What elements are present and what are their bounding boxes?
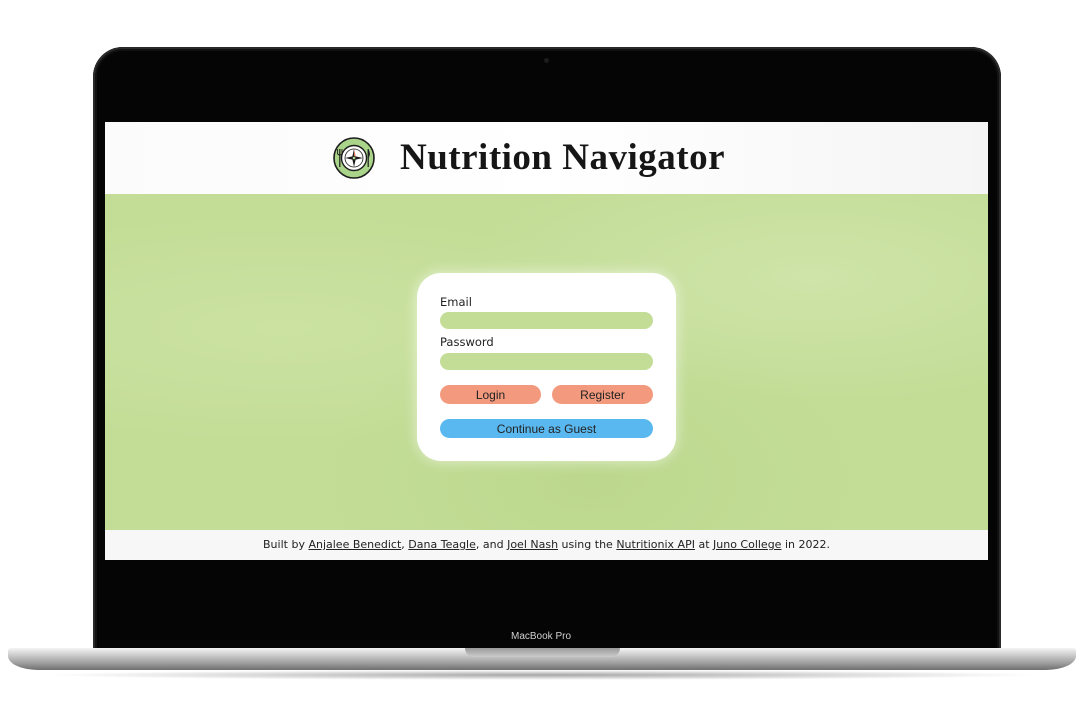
footer-suffix: in 2022.: [781, 538, 830, 551]
register-button[interactable]: Register: [552, 385, 653, 404]
camera-icon: [544, 58, 549, 63]
laptop-mockup: Nutrition Navigator Email Password Login…: [0, 0, 1082, 707]
password-field[interactable]: [440, 353, 653, 370]
login-button[interactable]: Login: [440, 385, 541, 404]
site-footer: Built by Anjalee Benedict, Dana Teagle, …: [105, 530, 988, 560]
login-card: Email Password Login Register Continue a…: [417, 273, 676, 461]
laptop-shadow: [40, 670, 1044, 680]
site-header: Nutrition Navigator: [105, 122, 988, 194]
email-label: Email: [440, 295, 472, 309]
browser-screen: Nutrition Navigator Email Password Login…: [105, 122, 988, 560]
footer-separator: , and: [475, 538, 508, 551]
author-link-anjalee[interactable]: Anjalee Benedict: [308, 538, 401, 551]
footer-text: using the: [558, 538, 617, 551]
footer-text: at: [694, 538, 713, 551]
continue-as-guest-button[interactable]: Continue as Guest: [440, 419, 653, 438]
nutritionix-api-link[interactable]: Nutritionix API: [616, 538, 695, 551]
laptop-notch: [465, 648, 620, 657]
footer-prefix: Built by: [263, 538, 309, 551]
author-link-joel[interactable]: Joel Nash: [507, 538, 558, 551]
email-field[interactable]: [440, 312, 653, 329]
author-link-dana[interactable]: Dana Teagle: [408, 538, 476, 551]
site-title: Nutrition Navigator: [400, 137, 725, 178]
main-content: Email Password Login Register Continue a…: [105, 194, 988, 530]
device-label: MacBook Pro: [510, 631, 572, 642]
plate-compass-icon: [333, 137, 375, 179]
juno-college-link[interactable]: Juno College: [713, 538, 781, 551]
password-label: Password: [440, 335, 494, 349]
